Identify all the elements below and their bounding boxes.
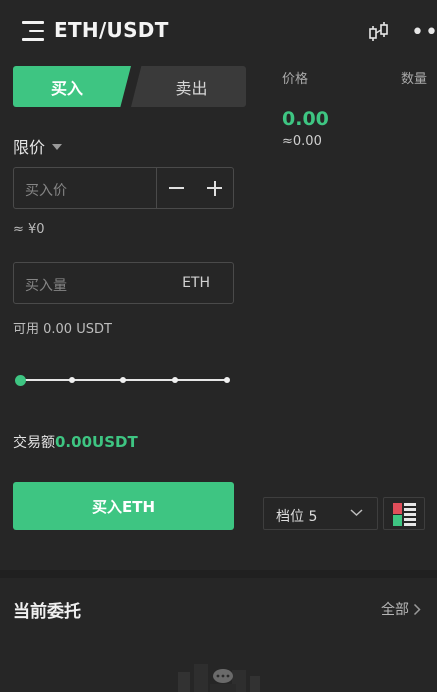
depth-level-select[interactable]: 档位 5 bbox=[263, 497, 378, 530]
price-input[interactable]: 买入价 bbox=[25, 180, 67, 200]
section-separator bbox=[0, 570, 437, 578]
order-type-select[interactable]: 限价 bbox=[13, 134, 63, 158]
chevron-right-icon bbox=[413, 603, 421, 615]
current-orders-title: 当前委托 bbox=[13, 602, 81, 622]
caret-down-icon bbox=[52, 144, 63, 150]
chevron-down-icon bbox=[350, 509, 363, 517]
more-icon[interactable]: ••• bbox=[411, 20, 437, 45]
orderbook-layout-icon bbox=[393, 503, 416, 526]
slider-step-100[interactable] bbox=[224, 377, 230, 383]
amount-input[interactable]: 买入量 bbox=[25, 275, 67, 295]
minus-icon[interactable] bbox=[169, 187, 184, 189]
last-price-approx: ≈0.00 bbox=[282, 134, 322, 149]
view-all-orders-link[interactable]: 全部 bbox=[381, 599, 421, 619]
trade-side-tabs: 买入 卖出 bbox=[13, 66, 246, 107]
depth-level-label: 档位 5 bbox=[276, 509, 318, 525]
kline-chart-icon[interactable] bbox=[368, 22, 390, 42]
slider-step-75[interactable] bbox=[172, 377, 178, 383]
price-cny-hint: ≈ ¥0 bbox=[13, 222, 45, 237]
amount-unit: ETH bbox=[182, 275, 210, 291]
slider-handle[interactable] bbox=[15, 375, 26, 386]
orderbook-price-header: 价格 bbox=[282, 72, 309, 87]
buy-eth-button[interactable]: 买入ETH bbox=[13, 482, 234, 530]
trade-amount-value: 0.00USDT bbox=[55, 433, 138, 451]
menu-icon[interactable] bbox=[22, 21, 44, 41]
price-stepper-divider bbox=[156, 168, 157, 208]
last-price[interactable]: 0.00 bbox=[282, 108, 329, 130]
slider-step-25[interactable] bbox=[69, 377, 75, 383]
orderbook-view-toggle[interactable] bbox=[383, 497, 425, 530]
empty-orders-illustration bbox=[170, 662, 270, 692]
tab-buy[interactable]: 买入 bbox=[13, 66, 131, 107]
pair-title[interactable]: ETH/USDT bbox=[54, 18, 169, 42]
trade-amount-label: 交易额 bbox=[13, 435, 55, 451]
orderbook-qty-header: 数量 bbox=[401, 72, 428, 87]
tab-sell[interactable]: 卖出 bbox=[131, 66, 246, 107]
available-balance: 可用 0.00 USDT bbox=[13, 322, 112, 337]
amount-input-group: 买入量 ETH bbox=[13, 262, 234, 304]
view-all-label: 全部 bbox=[381, 602, 409, 618]
amount-percent-slider[interactable] bbox=[15, 370, 233, 390]
price-input-group: 买入价 bbox=[13, 167, 234, 209]
slider-step-50[interactable] bbox=[120, 377, 126, 383]
order-type-label: 限价 bbox=[13, 138, 46, 157]
empty-state-icon bbox=[178, 664, 260, 692]
trade-amount: 交易额 0.00USDT bbox=[13, 432, 138, 452]
